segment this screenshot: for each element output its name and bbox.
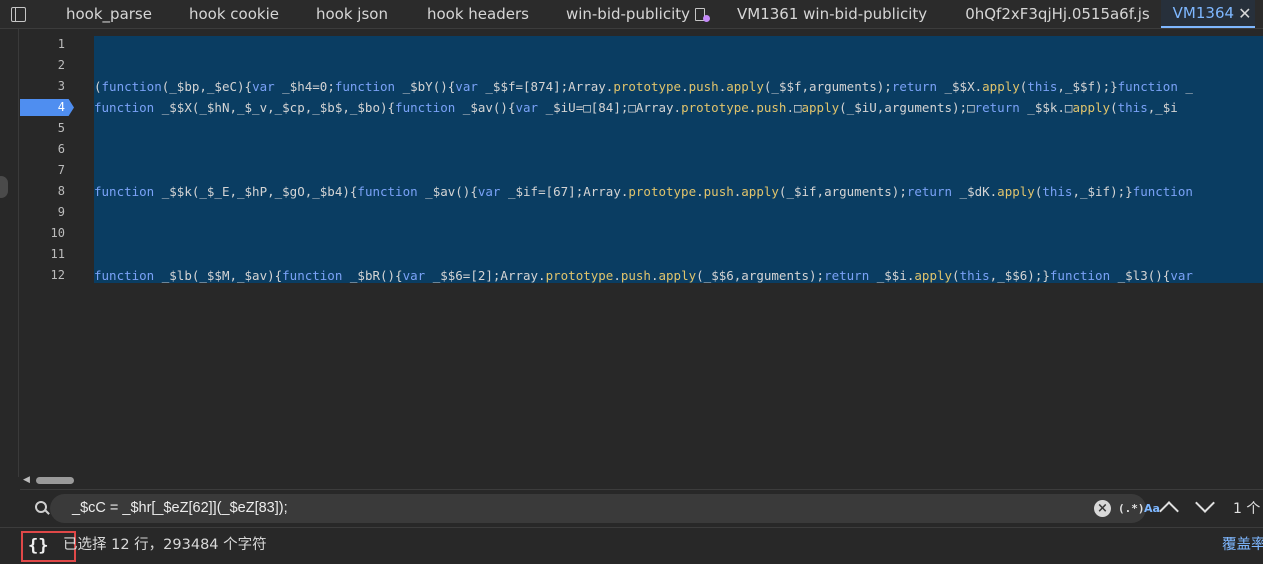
coverage-link[interactable]: 覆盖率 — [1222, 528, 1263, 563]
tab-vm1361[interactable]: VM1361 win-bid-publicity — [737, 0, 927, 28]
scroll-left-icon[interactable]: ◀ — [23, 475, 30, 485]
line-number[interactable]: 7 — [20, 160, 65, 181]
line-number[interactable]: 2 — [20, 55, 65, 76]
horizontal-scrollbar[interactable]: ◀ — [20, 473, 1263, 487]
line-number[interactable]: 10 — [20, 223, 65, 244]
code-line[interactable]: 12 function _$lb(_$$M,_$av){function _$bR… — [0, 265, 1263, 286]
tab-0hqf2xf3qjhj[interactable]: 0hQf2xF3qjHj.0515a6f.js — [965, 0, 1149, 28]
pretty-print-icon: {} — [28, 536, 49, 556]
tab-hook-json[interactable]: hook json — [316, 0, 388, 28]
line-number[interactable]: 9 — [20, 202, 65, 223]
tab-label: hook_parse — [66, 5, 152, 23]
editor-tab-bar: hook_parse hook cookie hook json hook he… — [0, 0, 1263, 29]
code-line[interactable]: 2 — [0, 55, 1263, 76]
line-number[interactable]: 3 — [20, 76, 65, 97]
tab-label: hook headers — [426, 5, 529, 23]
line-number[interactable]: 1 — [20, 34, 65, 55]
tab-hook-parse[interactable]: hook_parse — [66, 0, 152, 28]
tab-hook-headers[interactable]: hook headers — [427, 0, 529, 28]
regex-toggle-icon[interactable]: (.*) — [1118, 494, 1145, 523]
tab-label: VM1361 win-bid-publicity — [737, 5, 928, 23]
previous-match-icon[interactable] — [1159, 501, 1179, 521]
code-line[interactable]: 4 function _$$X(_$hN,_$_v,_$cp,_$b$,_$bo)… — [0, 97, 1263, 118]
tab-label: hook cookie — [188, 5, 279, 23]
code-line[interactable]: 6 — [0, 139, 1263, 160]
code-line[interactable]: 11 — [0, 244, 1263, 265]
tab-hook-cookie[interactable]: hook cookie — [189, 0, 279, 28]
code-line[interactable]: 3 (function(_$bp,_$eC){var _$h4=0;functio… — [0, 76, 1263, 97]
sidebar-toggle-icon[interactable] — [0, 0, 36, 28]
close-icon[interactable]: ✕ — [1238, 4, 1251, 23]
line-number[interactable]: 6 — [20, 139, 65, 160]
next-match-icon[interactable] — [1195, 493, 1215, 513]
code-line[interactable]: 10 — [0, 223, 1263, 244]
status-bar: {} 已选择 12 行，293484 个字符 覆盖率 — [0, 527, 1263, 564]
line-number[interactable]: 5 — [20, 118, 65, 139]
code-editor[interactable]: 1 2 3 (function(_$bp,_$eC){var _$h4=0;funct… — [0, 29, 1263, 485]
search-input[interactable]: _$cC = _$hr[_$eZ[62]](_$eZ[83]); × (.*) … — [50, 494, 1160, 523]
line-number[interactable]: 8 — [20, 181, 65, 202]
code-text[interactable]: function _$$X(_$hN,_$_v,_$cp,_$b$,_$bo){… — [94, 97, 1263, 118]
code-text[interactable]: function _$lb(_$$M,_$av){function _$bR()… — [94, 265, 1263, 286]
code-line[interactable]: 9 — [0, 202, 1263, 223]
tab-vm1364[interactable]: VM1364 ✕ — [1160, 0, 1256, 28]
clear-search-icon[interactable]: × — [1094, 500, 1111, 517]
tab-label: hook json — [315, 5, 388, 23]
match-case-toggle-icon[interactable]: Aa — [1144, 494, 1160, 523]
code-text[interactable]: function _$$k(_$_E,_$hP,_$gO,_$b4){funct… — [94, 181, 1263, 202]
line-number[interactable]: 12 — [20, 265, 65, 286]
code-text[interactable]: (function(_$bp,_$eC){var _$h4=0;function… — [94, 76, 1263, 97]
tab-label: VM1364 — [1172, 4, 1235, 22]
code-line[interactable]: 5 — [0, 118, 1263, 139]
selection-status: 已选择 12 行，293484 个字符 — [63, 537, 267, 553]
search-query[interactable]: _$cC = _$hr[_$eZ[62]](_$eZ[83]); — [72, 494, 288, 523]
code-line[interactable]: 7 — [0, 160, 1263, 181]
search-icon — [35, 501, 50, 515]
code-line[interactable]: 8 function _$$k(_$_E,_$hP,_$gO,_$b4){func… — [0, 181, 1263, 202]
tab-win-bid-publicity[interactable]: win-bid-publicity — [565, 0, 710, 28]
line-number[interactable]: 11 — [20, 244, 65, 265]
tab-label: win-bid-publicity — [565, 5, 690, 23]
tab-label: 0hQf2xF3qjHj.0515a6f.js — [965, 5, 1150, 23]
code-line[interactable]: 1 — [0, 34, 1263, 55]
line-number[interactable]: 4 — [20, 97, 65, 118]
search-bar: _$cC = _$hr[_$eZ[62]](_$eZ[83]); × (.*) … — [20, 489, 1263, 527]
scrollbar-thumb[interactable] — [36, 477, 74, 484]
match-count: 1 个 — [1233, 501, 1261, 517]
modified-file-icon — [694, 7, 710, 22]
